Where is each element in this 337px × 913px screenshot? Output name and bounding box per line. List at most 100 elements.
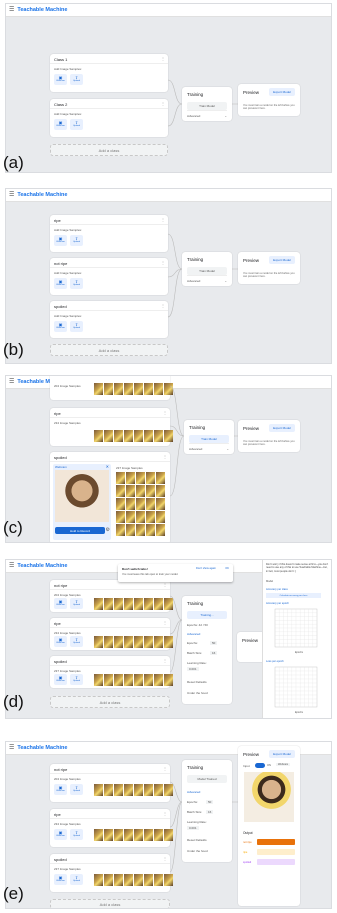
more-icon[interactable]: ⋮ [161, 260, 165, 265]
output-bar [257, 849, 295, 855]
class-card: Class 1 ⋮ Add Image Samples: ▣ Webcam ⇧ Upl… [50, 54, 168, 92]
output-label: Output [243, 831, 253, 835]
training-title: Training [187, 257, 204, 262]
sample-count: Add Image Samples: [54, 112, 82, 116]
panel-d: ☰ Teachable Machine not ripe ⋮ 204 Image S… [5, 559, 332, 719]
input-label: Input [243, 764, 250, 768]
under-the-hood-button[interactable]: Under the hood [187, 849, 208, 853]
advanced-toggle[interactable]: Advanced [187, 790, 200, 794]
class-card: spoiled ⋮ Add Image Samples: ▣ Webcam ⇧ Upl… [50, 301, 168, 338]
webcam-button[interactable]: ▣ Webcam [54, 235, 67, 246]
panel-a: ☰ Teachable Machine Class 1 ⋮ Add Image Sa… [5, 3, 332, 173]
class-name[interactable]: Class 1 [54, 57, 67, 62]
add-class-button[interactable]: Add a class [50, 144, 168, 156]
training-card: Training Training... Epochs: 42 / 50 Adv… [182, 596, 232, 704]
output-bar-fill [257, 839, 295, 845]
export-model-button[interactable]: Export Model [269, 750, 295, 758]
preview-title: Preview [243, 90, 260, 95]
output-row: ripe [243, 848, 295, 856]
class-card: Class 2 ⋮ Add Image Samples: ▣ Webcam ⇧ Upl… [50, 99, 168, 137]
preview-webcam-feed [244, 772, 294, 822]
webcam-button[interactable]: ▣ Webcam [54, 119, 67, 130]
class-name[interactable]: spoiled [54, 304, 67, 309]
loss-per-epoch-label: Loss per epoch [266, 660, 284, 663]
advanced-toggle[interactable]: Advanced ⌄ [187, 275, 227, 283]
class-name[interactable]: Class 2 [54, 102, 67, 107]
training-title: Training [187, 765, 204, 770]
learning-rate-input[interactable]: 0.001 [187, 826, 199, 830]
training-button[interactable]: Training... [187, 611, 227, 619]
upload-button[interactable]: ⇧ Upload [70, 235, 83, 246]
export-model-button[interactable]: Export Model [269, 424, 295, 432]
epochs-label: Epochs: [187, 641, 198, 645]
accuracy-per-epoch-label: Accuracy per epoch [266, 602, 289, 605]
toggle-state: ON [267, 764, 271, 767]
output-class-name: spoiled [243, 860, 252, 864]
output-bar [257, 859, 295, 865]
loss-chart: Epochs [274, 666, 318, 714]
output-row: not ripe [243, 838, 295, 846]
preview-title: Preview [243, 258, 260, 263]
training-title: Training [187, 601, 204, 606]
preview-message: You must train a model on the left befor… [243, 104, 295, 111]
more-icon[interactable]: ⋮ [161, 56, 165, 61]
reset-defaults-button[interactable]: Reset Defaults [187, 838, 207, 842]
batch-size-label: Batch Size: [187, 810, 203, 814]
webcam-button[interactable]: ▣ Webcam [54, 278, 67, 289]
more-icon[interactable]: ⋮ [161, 303, 165, 308]
advanced-toggle[interactable]: Advanced ⌄ [189, 443, 229, 451]
panel-c: ☰ Teachable Machine 204 Image Samples rip… [5, 375, 332, 543]
source-select[interactable]: Webcam [276, 763, 291, 766]
export-model-button[interactable]: Export Model [269, 256, 295, 264]
model-trained-button[interactable]: Model Trained [187, 775, 227, 783]
more-icon[interactable]: ⋮ [161, 217, 165, 222]
upload-button[interactable]: ⇧ Upload [70, 278, 83, 289]
training-title: Training [189, 425, 206, 430]
class-name[interactable]: ripe [54, 218, 61, 223]
figure-label: (c) [3, 518, 23, 537]
output-list: not ripe ripe spoiled [243, 838, 295, 868]
training-card: Training Model Trained Advanced Epochs: … [182, 760, 232, 862]
webcam-toggle[interactable] [255, 763, 265, 768]
upload-button[interactable]: ⇧ Upload [70, 119, 83, 130]
train-model-button[interactable]: Train Model [187, 267, 227, 275]
train-model-button[interactable]: Train Model [189, 435, 229, 443]
calculate-accuracy-button[interactable]: Calculate accuracy per class [266, 593, 321, 598]
under-the-hood-button[interactable]: Under the hood [187, 691, 208, 695]
epochs-input[interactable]: 50 [210, 641, 218, 645]
figure-label: (e) [3, 884, 24, 903]
export-model-button[interactable]: Export Model [269, 88, 295, 96]
add-class-button[interactable]: Add a class [50, 344, 168, 356]
more-icon[interactable]: ⋮ [161, 101, 165, 106]
learning-rate-input[interactable]: 0.001 [187, 667, 199, 671]
output-row: spoiled [243, 858, 295, 866]
under-the-hood-panel: Don't worry if this doesn't make sense a… [262, 560, 331, 718]
sample-count: Add Image Samples: [54, 314, 82, 318]
upload-button[interactable]: ⇧ Upload [70, 74, 83, 85]
epochs-label: Epochs: [187, 800, 198, 804]
advanced-toggle[interactable]: Advanced [187, 632, 200, 636]
training-title: Training [187, 92, 204, 97]
learning-rate-label: Learning Rate: [187, 820, 207, 824]
sample-count: Add Image Samples: [54, 67, 82, 71]
batch-size-select[interactable]: 16 [206, 810, 214, 814]
training-card: Training Train Model Advanced ⌄ [182, 252, 232, 286]
class-name[interactable]: not ripe [54, 261, 67, 266]
reset-defaults-button[interactable]: Reset Defaults [187, 680, 207, 684]
side-intro: Don't worry if this doesn't make sense a… [266, 563, 329, 573]
upload-button[interactable]: ⇧ Upload [70, 321, 83, 332]
preview-card: Preview Export Model You must train a mo… [238, 84, 300, 116]
epochs-input[interactable]: 50 [206, 800, 214, 804]
sample-count: Add Image Samples: [54, 271, 82, 275]
training-card: Training Train Model Advanced ⌄ [184, 420, 234, 454]
output-class-name: not ripe [243, 840, 252, 844]
train-model-button[interactable]: Train Model [187, 102, 227, 110]
connector-lines [169, 385, 238, 497]
figure-label: (a) [3, 153, 24, 172]
chevron-down-icon: ⌄ [226, 447, 229, 451]
advanced-toggle[interactable]: Advanced ⌄ [187, 110, 227, 118]
webcam-button[interactable]: ▣ Webcam [54, 321, 67, 332]
batch-size-select[interactable]: 16 [210, 651, 218, 655]
webcam-button[interactable]: ▣ Webcam [54, 74, 67, 85]
class-card: ripe ⋮ Add Image Samples: ▣ Webcam ⇧ Upload [50, 215, 168, 252]
